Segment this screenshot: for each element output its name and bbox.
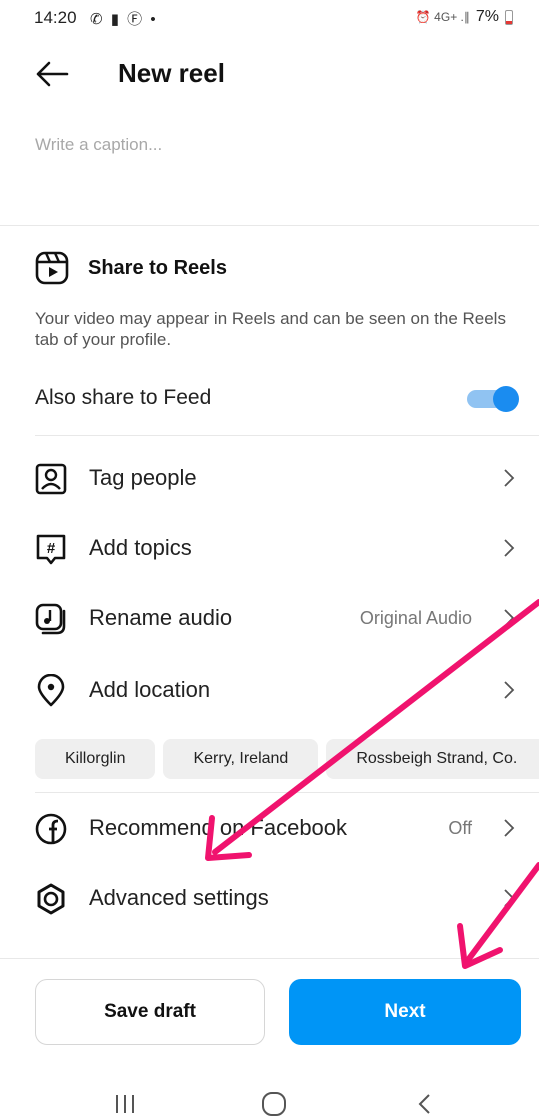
- svg-text:#: #: [47, 540, 56, 557]
- toggle-knob: [493, 386, 519, 412]
- facebook-icon: [35, 813, 67, 845]
- share-description: Your video may appear in Reels and can b…: [35, 309, 506, 349]
- tag-people-icon: [35, 463, 67, 495]
- audio-name-value: Original Audio: [359, 608, 472, 628]
- divider: [0, 225, 539, 226]
- settings-gear-icon: [37, 883, 65, 915]
- save-draft-button[interactable]: Save draft: [35, 979, 265, 1045]
- location-suggestions: Killorglin Kerry, Ireland Rossbeigh Strand…: [35, 739, 539, 781]
- location-chip[interactable]: Kerry, Ireland: [163, 739, 319, 779]
- divider: [35, 435, 539, 436]
- facebook-status-value: Off: [448, 818, 472, 838]
- divider: [35, 792, 539, 793]
- notification-icons: ✆ ▮ Ⓕ •: [90, 11, 158, 28]
- location-chip[interactable]: Killorglin: [35, 739, 156, 779]
- battery-icon: [505, 9, 513, 25]
- add-topics-label: Add topics: [89, 535, 192, 560]
- divider: [0, 958, 539, 959]
- recommend-facebook-label: Recommend on Facebook: [89, 815, 348, 840]
- status-bar: 14:20 ✆ ▮ Ⓕ • ⏰ 4G+ .∥ 7%: [0, 0, 539, 40]
- reels-icon: [35, 251, 69, 285]
- chevron-right-icon: [504, 469, 515, 487]
- recommend-facebook-row[interactable]: Recommend on Facebook Off: [0, 800, 539, 856]
- chevron-right-icon: [504, 889, 515, 907]
- audio-icon: [35, 603, 66, 635]
- rename-audio-label: Rename audio: [89, 605, 233, 630]
- share-to-reels-header: Share to Reels: [34, 250, 227, 286]
- add-location-row[interactable]: Add location: [0, 662, 539, 718]
- tag-people-label: Tag people: [89, 465, 197, 490]
- location-chip[interactable]: Rossbeigh Strand, Co.: [326, 739, 539, 779]
- chevron-right-icon: [504, 681, 515, 699]
- chevron-right-icon: [504, 539, 515, 557]
- recent-apps-icon[interactable]: [105, 1089, 145, 1117]
- caption-input[interactable]: Write a caption...: [35, 135, 162, 155]
- network-icons: ⏰ 4G+ .∥: [415, 10, 470, 24]
- header: New reel: [0, 50, 539, 98]
- share-to-feed-toggle[interactable]: [463, 385, 519, 413]
- next-button[interactable]: Next: [289, 979, 521, 1045]
- status-time: 14:20: [34, 8, 77, 27]
- advanced-settings-label: Advanced settings: [89, 885, 269, 910]
- hashtag-icon: #: [36, 534, 66, 565]
- add-topics-row[interactable]: # Add topics: [0, 520, 539, 576]
- share-to-feed-label: Also share to Feed: [35, 386, 212, 409]
- chevron-right-icon: [504, 819, 515, 837]
- chevron-right-icon: [504, 609, 515, 627]
- page-title: New reel: [118, 58, 225, 88]
- system-nav-bar: [0, 1085, 539, 1120]
- back-nav-icon[interactable]: [405, 1089, 445, 1117]
- share-to-reels-title: Share to Reels: [88, 256, 227, 279]
- add-location-label: Add location: [89, 677, 211, 702]
- advanced-settings-row[interactable]: Advanced settings: [0, 870, 539, 926]
- home-icon[interactable]: [254, 1089, 294, 1117]
- tag-people-row[interactable]: Tag people: [0, 450, 539, 506]
- battery-level: 7%: [475, 8, 499, 25]
- back-arrow-icon[interactable]: [34, 58, 70, 90]
- status-right: ⏰ 4G+ .∥ 7%: [416, 8, 513, 26]
- location-pin-icon: [37, 674, 65, 707]
- rename-audio-row[interactable]: Rename audio Original Audio: [0, 590, 539, 646]
